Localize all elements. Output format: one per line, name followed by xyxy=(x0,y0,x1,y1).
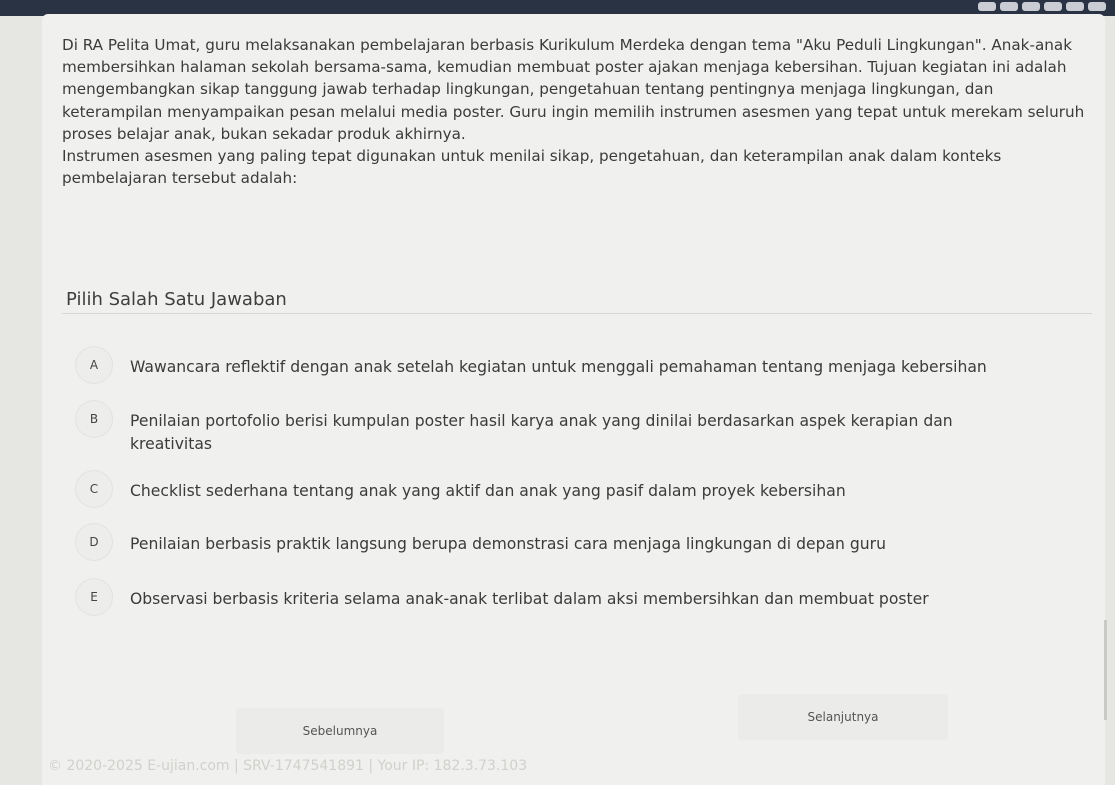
question-indicator[interactable] xyxy=(978,2,996,11)
question-indicator[interactable] xyxy=(1088,2,1106,11)
option-text[interactable]: Wawancara reflektif dengan anak setelah … xyxy=(130,356,1050,379)
question-text: Di RA Pelita Umat, guru melaksanakan pem… xyxy=(62,34,1098,189)
scrollbar[interactable] xyxy=(1104,620,1107,720)
question-paragraph: Di RA Pelita Umat, guru melaksanakan pem… xyxy=(62,36,1085,143)
option-b[interactable]: B Penilaian portofolio berisi kumpulan p… xyxy=(76,401,1086,456)
option-a[interactable]: A Wawancara reflektif dengan anak setela… xyxy=(76,347,1086,383)
option-letter[interactable]: D xyxy=(76,524,112,560)
next-button[interactable]: Selanjutnya xyxy=(738,694,948,740)
option-letter[interactable]: A xyxy=(76,347,112,383)
option-text[interactable]: Penilaian portofolio berisi kumpulan pos… xyxy=(130,410,1030,456)
divider xyxy=(62,313,1092,314)
option-letter[interactable]: E xyxy=(76,579,112,615)
option-text[interactable]: Penilaian berbasis praktik langsung beru… xyxy=(130,533,1050,556)
option-text[interactable]: Observasi berbasis kriteria selama anak-… xyxy=(130,588,1050,611)
option-e[interactable]: E Observasi berbasis kriteria selama ana… xyxy=(76,579,1086,615)
option-text[interactable]: Checklist sederhana tentang anak yang ak… xyxy=(130,480,1050,503)
question-indicator[interactable] xyxy=(1066,2,1084,11)
option-letter[interactable]: B xyxy=(76,401,112,437)
question-indicator[interactable] xyxy=(1022,2,1040,11)
question-indicator[interactable] xyxy=(1044,2,1062,11)
footer-text: © 2020-2025 E-ujian.com | SRV-1747541891… xyxy=(48,758,528,774)
question-indicator[interactable] xyxy=(1000,2,1018,11)
option-letter[interactable]: C xyxy=(76,471,112,507)
answers-title: Pilih Salah Satu Jawaban xyxy=(66,289,287,310)
option-c[interactable]: C Checklist sederhana tentang anak yang … xyxy=(76,471,1086,507)
question-prompt: Instrumen asesmen yang paling tepat digu… xyxy=(62,147,1002,188)
option-d[interactable]: D Penilaian berbasis praktik langsung be… xyxy=(76,524,1086,560)
previous-button[interactable]: Sebelumnya xyxy=(236,708,444,754)
